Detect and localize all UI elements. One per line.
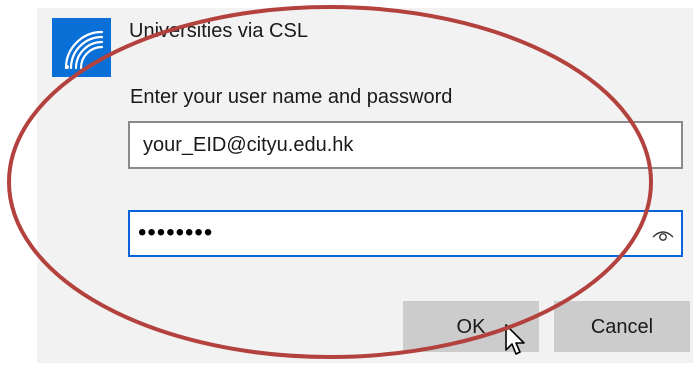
cancel-button[interactable]: Cancel [554,301,690,352]
wifi-icon [52,18,111,77]
password-field[interactable]: •••••••• [128,210,683,257]
password-masked-value: •••••••• [138,219,214,246]
network-name: Universities via CSL [129,20,308,42]
username-value: your_EID@cityu.edu.hk [143,134,354,156]
eye-icon[interactable] [651,224,675,244]
mouse-cursor-icon [505,324,527,356]
username-field[interactable]: your_EID@cityu.edu.hk [128,121,683,169]
credentials-prompt: Enter your user name and password [130,86,453,108]
